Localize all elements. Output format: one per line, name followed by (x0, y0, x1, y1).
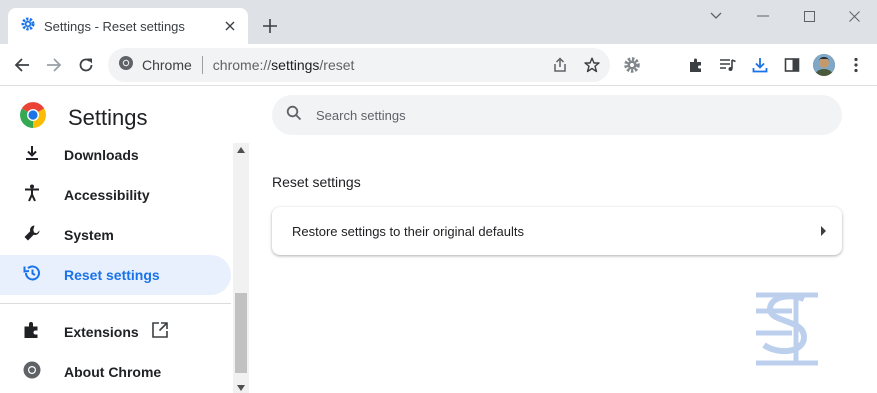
search-input[interactable]: Search settings (272, 95, 842, 135)
section-title: Reset settings (272, 174, 361, 190)
profile-avatar[interactable] (808, 49, 840, 81)
omnibox-divider (201, 56, 203, 74)
side-panel-icon[interactable] (776, 49, 808, 81)
search-placeholder: Search settings (316, 107, 406, 123)
search-icon (286, 105, 302, 126)
sidebar-item-label: System (64, 227, 114, 243)
scroll-down-arrow-icon[interactable] (237, 385, 245, 391)
reload-button[interactable] (70, 49, 102, 81)
tab-title: Settings - Reset settings (44, 18, 185, 34)
chrome-logo-icon (22, 360, 42, 385)
scroll-up-arrow-icon[interactable] (237, 147, 245, 153)
minimize-button[interactable] (740, 0, 786, 32)
bookmark-star-icon[interactable] (576, 49, 608, 81)
chrome-logo-icon (118, 55, 134, 76)
chrome-menu-icon[interactable] (840, 49, 872, 81)
external-link-icon (151, 321, 169, 344)
forward-button[interactable] (38, 49, 70, 81)
download-icon (22, 143, 42, 168)
puzzle-icon (22, 320, 42, 345)
browser-toolbar: Chrome chrome://settings/reset (0, 44, 877, 86)
new-tab-button[interactable] (258, 14, 282, 38)
settings-sidebar: Settings Downloads Accessibility System … (0, 86, 250, 393)
sidebar-item-accessibility[interactable]: Accessibility (0, 175, 231, 215)
accessibility-icon (22, 183, 42, 208)
sidebar-item-downloads[interactable]: Downloads (0, 135, 231, 175)
close-tab-icon[interactable] (218, 14, 242, 38)
sidebar-item-label: Extensions (64, 324, 139, 340)
close-window-button[interactable] (831, 0, 877, 32)
watermark-logo (752, 291, 824, 372)
extension-gear-icon[interactable] (616, 49, 648, 81)
share-icon[interactable] (544, 49, 576, 81)
settings-header: Settings (20, 102, 148, 133)
sidebar-divider (0, 303, 231, 304)
page-title: Settings (68, 104, 148, 130)
sidebar-item-label: Downloads (64, 147, 139, 163)
chevron-right-icon (806, 226, 842, 236)
tab-search-icon[interactable] (693, 0, 739, 32)
avatar (813, 54, 835, 76)
settings-gear-icon (20, 16, 36, 37)
extensions-puzzle-icon[interactable] (680, 49, 712, 81)
sidebar-item-label: About Chrome (64, 364, 162, 380)
sidebar-item-label: Accessibility (64, 187, 150, 203)
settings-main: Search settings Reset settings Restore s… (250, 86, 877, 393)
scrollbar-thumb[interactable] (235, 293, 247, 373)
url-text: chrome://settings/reset (213, 57, 355, 73)
url-host: settings (271, 57, 320, 73)
chrome-logo-icon (20, 102, 46, 133)
reset-history-icon (22, 263, 42, 288)
sidebar-item-reset-settings[interactable]: Reset settings (0, 255, 231, 295)
maximize-button[interactable] (786, 0, 832, 32)
address-bar[interactable]: Chrome chrome://settings/reset (108, 48, 610, 82)
wrench-icon (22, 223, 42, 248)
sidebar-item-label: Reset settings (64, 267, 160, 283)
sidebar-item-about-chrome[interactable]: About Chrome (0, 352, 231, 392)
tab-settings[interactable]: Settings - Reset settings (8, 8, 248, 44)
sidebar-item-system[interactable]: System (0, 215, 231, 255)
restore-defaults-row[interactable]: Restore settings to their original defau… (272, 207, 842, 255)
download-icon[interactable] (744, 49, 776, 81)
sidebar-item-extensions[interactable]: Extensions (0, 312, 231, 352)
site-chip-label: Chrome (142, 57, 192, 73)
url-scheme: chrome:// (212, 57, 272, 73)
media-queue-icon[interactable] (712, 49, 744, 81)
restore-defaults-label: Restore settings to their original defau… (292, 223, 524, 239)
back-button[interactable] (6, 49, 38, 81)
sidebar-scrollbar[interactable] (233, 143, 249, 393)
url-path: /reset (319, 57, 355, 73)
tab-strip: Settings - Reset settings (0, 0, 877, 44)
